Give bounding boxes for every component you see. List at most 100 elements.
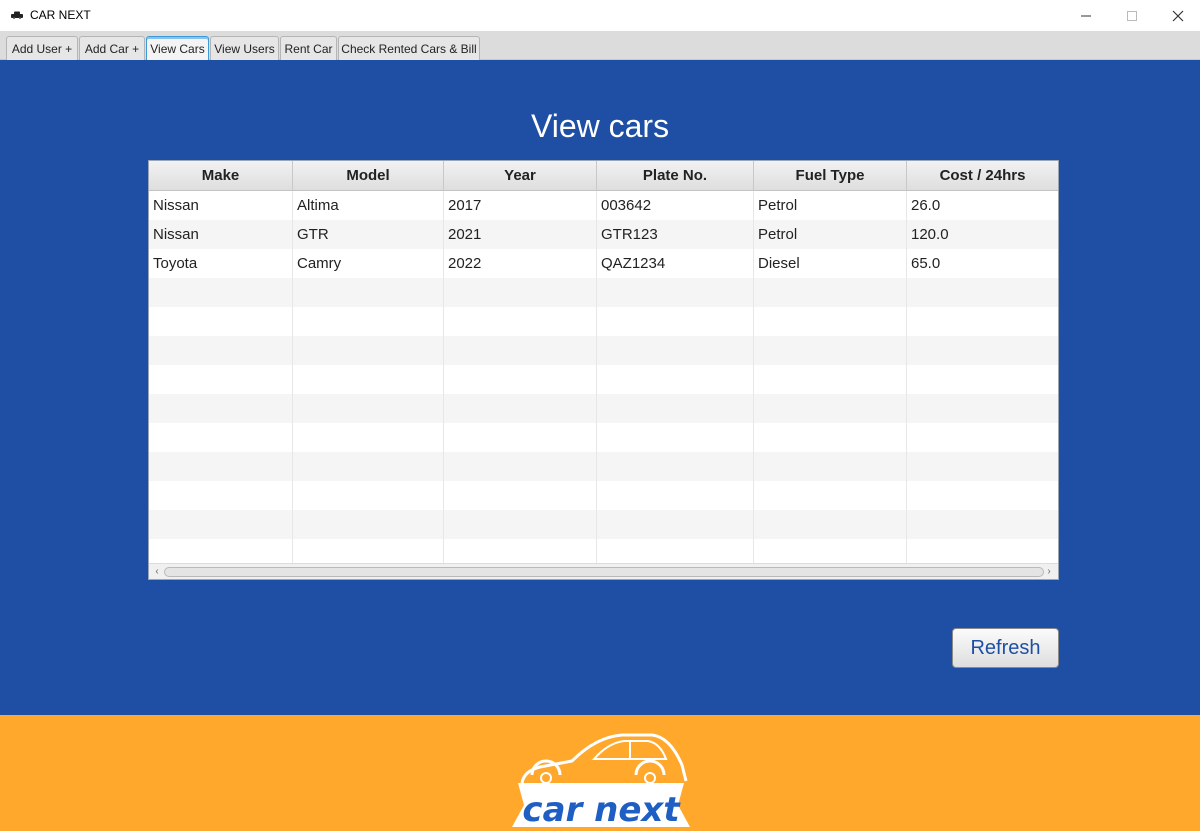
- table-body: Nissan Altima 2017 003642 Petrol 26.0 Ni…: [149, 191, 1058, 568]
- page-title: View cars: [530, 108, 670, 144]
- empty-cell: [293, 452, 444, 481]
- empty-cell: [597, 307, 754, 336]
- empty-cell: [754, 510, 907, 539]
- scrollbar-thumb[interactable]: [164, 567, 1044, 577]
- empty-cell: [907, 307, 1058, 336]
- empty-cell: [293, 510, 444, 539]
- empty-cell: [907, 423, 1058, 452]
- cell-plate-no: GTR123: [597, 220, 754, 249]
- empty-cell: [444, 307, 597, 336]
- tab-add-car[interactable]: Add Car +: [79, 36, 145, 60]
- empty-cell: [907, 394, 1058, 423]
- empty-cell: [293, 394, 444, 423]
- empty-cell: [907, 336, 1058, 365]
- empty-cell: [754, 307, 907, 336]
- scroll-right-icon[interactable]: ›: [1043, 566, 1055, 578]
- empty-cell: [293, 365, 444, 394]
- refresh-button[interactable]: Refresh: [952, 628, 1059, 668]
- empty-cell: [597, 394, 754, 423]
- empty-cell: [754, 452, 907, 481]
- cell-make: Nissan: [149, 220, 293, 249]
- table-row[interactable]: Nissan Altima 2017 003642 Petrol 26.0: [149, 191, 1058, 220]
- cell-year: 2022: [444, 249, 597, 278]
- column-header-year[interactable]: Year: [444, 161, 597, 191]
- empty-cell: [907, 365, 1058, 394]
- empty-cell: [907, 481, 1058, 510]
- cell-fuel-type: Petrol: [754, 220, 907, 249]
- scroll-left-icon[interactable]: ‹: [151, 566, 163, 578]
- column-header-fuel-type[interactable]: Fuel Type: [754, 161, 907, 191]
- empty-cell: [597, 452, 754, 481]
- tab-check-rented-cars-bill[interactable]: Check Rented Cars & Bill: [338, 36, 480, 60]
- empty-cell: [444, 510, 597, 539]
- empty-cell: [293, 336, 444, 365]
- table-row[interactable]: Toyota Camry 2022 QAZ1234 Diesel 65.0: [149, 249, 1058, 278]
- empty-cell: [444, 452, 597, 481]
- empty-cell: [444, 365, 597, 394]
- close-icon: [1172, 10, 1184, 21]
- empty-cell: [754, 423, 907, 452]
- empty-cell: [149, 278, 293, 307]
- empty-cell: [149, 510, 293, 539]
- tab-bar: Add User + Add Car + View Cars View User…: [0, 31, 1200, 60]
- cell-year: 2017: [444, 191, 597, 220]
- empty-cell: [907, 452, 1058, 481]
- footer-banner: car next: [0, 715, 1200, 831]
- tab-view-users[interactable]: View Users: [210, 36, 279, 60]
- empty-cell: [754, 278, 907, 307]
- empty-cell: [293, 481, 444, 510]
- empty-cell: [754, 481, 907, 510]
- empty-cell: [444, 336, 597, 365]
- tab-add-user[interactable]: Add User +: [6, 36, 78, 60]
- empty-cell: [754, 365, 907, 394]
- empty-table-row: [149, 452, 1058, 481]
- empty-cell: [597, 481, 754, 510]
- cell-plate-no: 003642: [597, 191, 754, 220]
- cell-cost: 120.0: [911, 226, 949, 243]
- maximize-button[interactable]: [1109, 0, 1155, 31]
- cell-make: Nissan: [149, 191, 293, 220]
- empty-cell: [907, 510, 1058, 539]
- cell-model: GTR: [293, 220, 444, 249]
- empty-cell: [149, 481, 293, 510]
- logo-text: car next: [522, 790, 681, 830]
- tab-view-cars[interactable]: View Cars: [146, 36, 209, 60]
- cars-table[interactable]: Make Model Year Plate No. Fuel Type Cost…: [148, 160, 1059, 580]
- empty-table-row: [149, 481, 1058, 510]
- empty-cell: [754, 394, 907, 423]
- empty-table-row: [149, 423, 1058, 452]
- column-header-plate-no[interactable]: Plate No.: [597, 161, 754, 191]
- empty-cell: [444, 278, 597, 307]
- cell-year: 2021: [444, 220, 597, 249]
- cell-cost: 26.0: [911, 197, 941, 214]
- empty-cell: [597, 365, 754, 394]
- horizontal-scrollbar[interactable]: ‹ ›: [149, 563, 1058, 579]
- cell-cost: 65.0: [911, 255, 941, 272]
- cell-model: Camry: [293, 249, 444, 278]
- cell-make: Toyota: [149, 249, 293, 278]
- empty-cell: [597, 278, 754, 307]
- empty-table-row: [149, 394, 1058, 423]
- close-button[interactable]: [1155, 0, 1200, 31]
- empty-cell: [597, 510, 754, 539]
- cell-fuel-type: Diesel: [754, 249, 907, 278]
- tab-rent-car[interactable]: Rent Car: [280, 36, 337, 60]
- column-header-make[interactable]: Make: [149, 161, 293, 191]
- table-header: Make Model Year Plate No. Fuel Type Cost…: [149, 161, 1058, 191]
- empty-cell: [149, 394, 293, 423]
- empty-cell: [444, 481, 597, 510]
- column-header-model[interactable]: Model: [293, 161, 444, 191]
- minimize-button[interactable]: [1063, 0, 1109, 31]
- empty-cell: [149, 307, 293, 336]
- empty-cell: [149, 336, 293, 365]
- window-title-bar: CAR NEXT: [0, 0, 1200, 31]
- table-row[interactable]: Nissan GTR 2021 GTR123 Petrol 120.0: [149, 220, 1058, 249]
- empty-cell: [444, 394, 597, 423]
- cell-model: Altima: [293, 191, 444, 220]
- empty-cell: [149, 423, 293, 452]
- empty-cell: [293, 278, 444, 307]
- column-header-cost[interactable]: Cost / 24hrs: [907, 161, 1058, 191]
- empty-cell: [597, 336, 754, 365]
- window-title: CAR NEXT: [30, 8, 91, 22]
- empty-table-row: [149, 336, 1058, 365]
